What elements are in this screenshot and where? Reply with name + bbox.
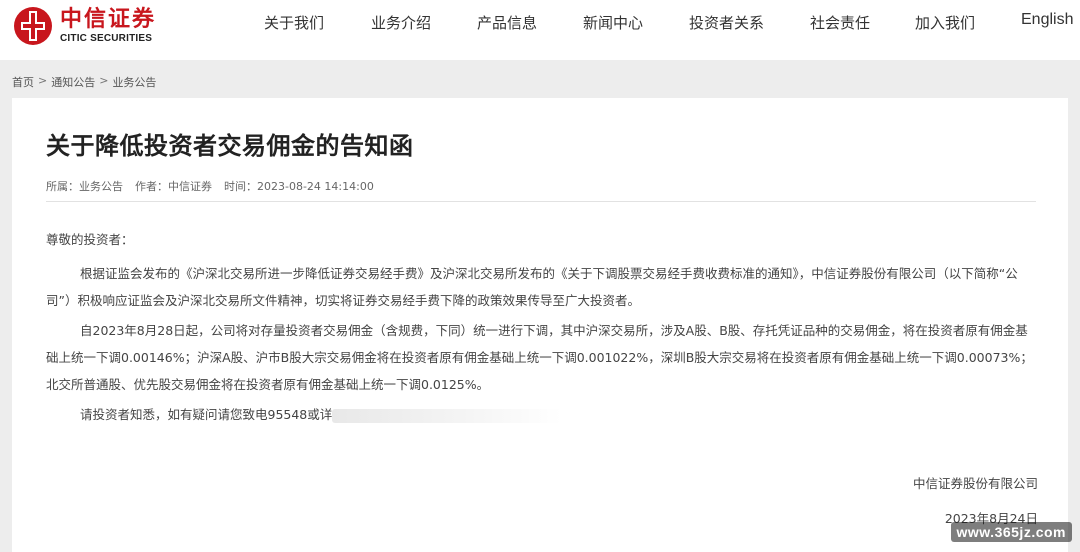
- article-meta: 所属：业务公告 作者：中信证券 时间：2023-08-24 14:14:00: [46, 178, 374, 194]
- nav-item-social-responsibility[interactable]: 社会责任: [810, 12, 870, 33]
- breadcrumb-home[interactable]: 首页: [12, 74, 34, 90]
- nav-item-about[interactable]: 关于我们: [264, 12, 324, 33]
- brand-name-cn: 中信证券: [60, 6, 157, 32]
- article-paragraph-2: 自2023年8月28日起，公司将对存量投资者交易佣金（含规费，下同）统一进行下调…: [46, 323, 1033, 392]
- brand-name-en: CITIC SECURITIES: [60, 32, 153, 44]
- article-title: 关于降低投资者交易佣金的告知函: [46, 132, 414, 160]
- nav-item-products[interactable]: 产品信息: [477, 12, 537, 33]
- site-header: 中信证券 CITIC SECURITIES 关于我们 业务介绍 产品信息 新闻中…: [0, 0, 1080, 60]
- nav-item-business[interactable]: 业务介绍: [371, 12, 431, 33]
- signature-company: 中信证券股份有限公司: [912, 476, 1038, 491]
- article-card: 关于降低投资者交易佣金的告知函 所属：业务公告 作者：中信证券 时间：2023-…: [12, 98, 1068, 552]
- article-greeting: 尊敬的投资者：: [46, 232, 134, 247]
- nav-item-news[interactable]: 新闻中心: [583, 12, 643, 33]
- watermark: www.365jz.com: [950, 522, 1072, 542]
- site-logo[interactable]: 中信证券 CITIC SECURITIES: [12, 5, 172, 47]
- citic-logo-icon: [14, 7, 52, 45]
- breadcrumb: 首页 > 通知公告 > 业务公告: [12, 74, 156, 90]
- nav-item-investor-relations[interactable]: 投资者关系: [689, 12, 764, 33]
- breadcrumb-separator: >: [38, 74, 48, 87]
- breadcrumb-notices[interactable]: 通知公告: [51, 74, 95, 90]
- nav-item-careers[interactable]: 加入我们: [915, 12, 975, 33]
- blurred-text: [332, 408, 563, 423]
- breadcrumb-separator: >: [99, 74, 109, 87]
- nav-item-english[interactable]: English: [1021, 11, 1073, 29]
- article-category: 所属：业务公告: [46, 180, 123, 193]
- article-time: 时间：2023-08-24 14:14:00: [224, 180, 374, 193]
- divider: [46, 201, 1036, 202]
- article-paragraph-1: 根据证监会发布的《沪深北交易所进一步降低证券交易经手费》及沪深北交易所发布的《关…: [46, 266, 1018, 308]
- breadcrumb-business-notices[interactable]: 业务公告: [112, 74, 156, 90]
- article-paragraph-3: 请投资者知悉，如有疑问请您致电95548或详: [46, 401, 1036, 428]
- article-author: 作者：中信证券: [135, 180, 212, 193]
- article-paragraph-3-text: 请投资者知悉，如有疑问请您致电95548或详: [80, 407, 333, 422]
